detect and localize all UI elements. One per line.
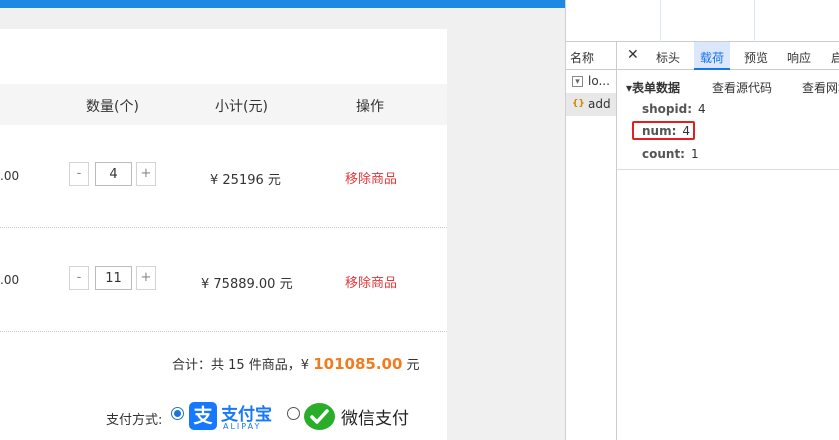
form-field-value: 1 xyxy=(690,147,699,161)
request-list: 名称 ▾ lo... {} add xyxy=(566,42,617,440)
cart-row: .00 - + ¥ 25196 元 移除商品 xyxy=(0,125,447,228)
top-accent-bar xyxy=(0,0,565,8)
close-detail-button[interactable]: ✕ xyxy=(627,42,639,70)
annotation-highlight-box xyxy=(632,121,695,140)
remove-item-link[interactable]: 移除商品 xyxy=(345,168,397,187)
alipay-icon: 支 xyxy=(189,402,217,430)
wechat-pay-radio[interactable] xyxy=(287,407,300,420)
quantity-input[interactable] xyxy=(95,266,132,290)
form-field-row: shopid: 4 xyxy=(642,102,706,116)
document-icon: ▾ xyxy=(572,76,583,87)
tab-headers[interactable]: 标头 xyxy=(656,42,680,70)
tab-payload[interactable]: 载荷 xyxy=(694,42,731,70)
payment-label: 支付方式: xyxy=(106,413,163,428)
request-row[interactable]: ▾ lo... xyxy=(566,70,616,93)
summary-suffix: 元 xyxy=(402,358,420,373)
increase-quantity-button[interactable]: + xyxy=(136,266,156,290)
cart-page: 数量(个) 小计(元) 操作 .00 - + ¥ 25196 元 移除商品 .0… xyxy=(0,0,565,440)
tab-initiator[interactable]: 启 xyxy=(831,42,839,70)
view-url-encoded-link[interactable]: 查看网址 xyxy=(802,79,839,96)
network-waterfall xyxy=(566,0,839,42)
cart-panel: 数量(个) 小计(元) 操作 .00 - + ¥ 25196 元 移除商品 .0… xyxy=(0,29,447,440)
waterfall-gridline xyxy=(660,0,661,42)
braces-icon: {} xyxy=(572,99,585,109)
tab-preview[interactable]: 预览 xyxy=(744,42,768,70)
request-row-selected[interactable]: {} add xyxy=(566,93,616,116)
cart-summary: 合计：共 15 件商品，¥ 101085.00 元 xyxy=(172,354,420,373)
quantity-input[interactable] xyxy=(95,162,132,186)
waterfall-gridline xyxy=(754,0,755,42)
cart-table-header: 数量(个) 小计(元) 操作 xyxy=(0,84,447,125)
alipay-logo[interactable]: 支 支付宝 ALIPAY xyxy=(189,401,277,433)
form-field-key: shopid: xyxy=(642,102,693,116)
decrease-quantity-button[interactable]: - xyxy=(69,162,89,186)
row-subtotal: ¥ 25196 元 xyxy=(210,173,281,188)
decrease-quantity-button[interactable]: - xyxy=(69,266,89,290)
header-quantity: 数量(个) xyxy=(86,99,139,115)
form-field-value: 4 xyxy=(698,102,706,116)
request-name: add xyxy=(588,97,611,111)
cart-row: .00 - + ¥ 75889.00 元 移除商品 xyxy=(0,229,447,332)
wechat-pay-icon xyxy=(304,403,335,430)
devtools-network-panel: 名称 ▾ lo... {} add ✕ 标头 载荷 预览 响应 启 ▾表单数据 … xyxy=(565,0,839,440)
total-amount: 101085.00 xyxy=(313,355,403,373)
form-data-section-toggle[interactable]: ▾表单数据 xyxy=(626,79,680,96)
summary-prefix: 合计：共 15 件商品，¥ xyxy=(172,358,314,373)
increase-quantity-button[interactable]: + xyxy=(136,162,156,186)
wechat-pay-logo[interactable]: 微信支付 xyxy=(304,401,416,433)
unit-price-fragment: .00 xyxy=(0,169,20,183)
view-source-link[interactable]: 查看源代码 xyxy=(712,79,772,96)
row-subtotal: ¥ 75889.00 元 xyxy=(201,277,293,292)
remove-item-link[interactable]: 移除商品 xyxy=(345,272,397,291)
request-name: lo... xyxy=(588,74,610,88)
alipay-radio[interactable] xyxy=(171,407,184,420)
name-column-header[interactable]: 名称 xyxy=(566,42,616,70)
wechat-pay-name: 微信支付 xyxy=(341,409,409,429)
form-field-row: count: 1 xyxy=(642,147,699,161)
unit-price-fragment: .00 xyxy=(0,273,20,287)
detail-tabbar: ✕ 标头 载荷 预览 响应 启 xyxy=(617,42,839,70)
header-subtotal: 小计(元) xyxy=(215,99,268,115)
header-action: 操作 xyxy=(356,99,384,115)
payload-panel: ▾表单数据 查看源代码 查看网址 shopid:4 num:4 count:1 xyxy=(617,70,839,170)
alipay-subtitle: ALIPAY xyxy=(223,422,262,431)
tab-response[interactable]: 响应 xyxy=(787,42,811,70)
form-field-key: count: xyxy=(642,147,685,161)
